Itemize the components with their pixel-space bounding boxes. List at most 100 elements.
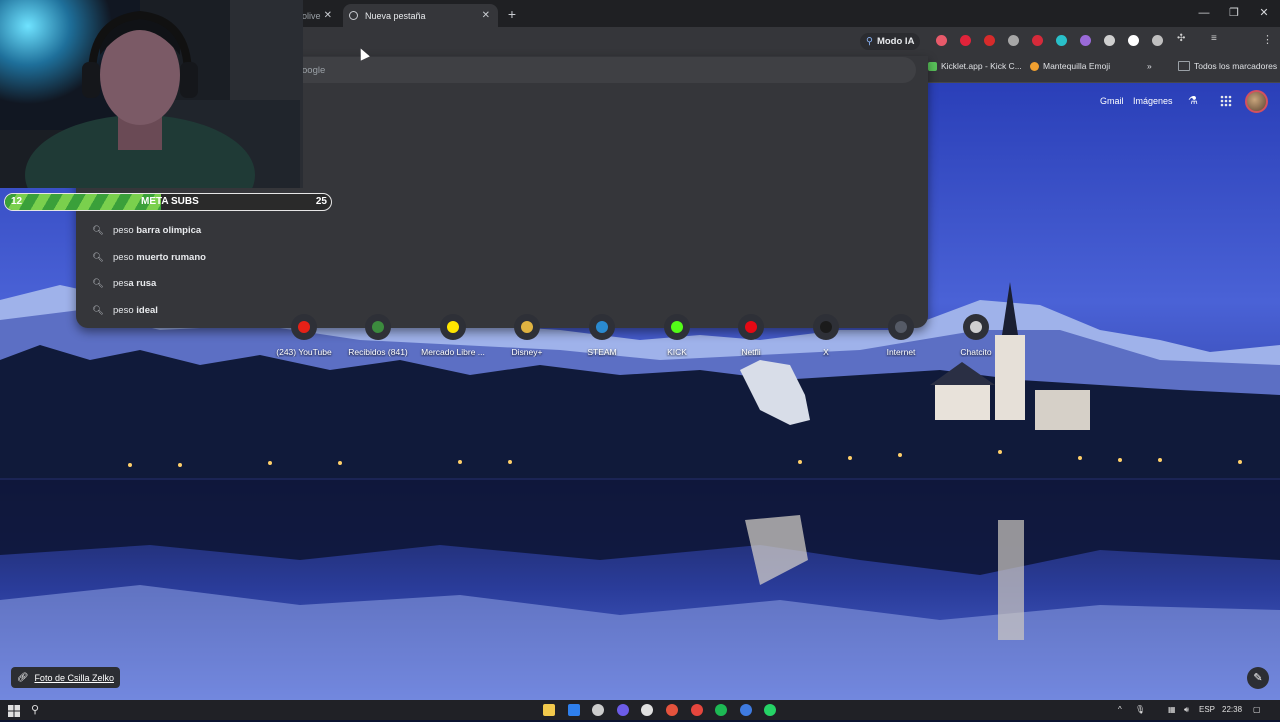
suggestion-item[interactable]: 🔍︎ peso barra olimpica [88, 220, 908, 240]
shortcut-favicon-icon [365, 314, 391, 340]
ext-5-icon[interactable] [1032, 35, 1043, 46]
suggestion-item[interactable]: 🔍︎ peso muerto rumano [88, 247, 908, 267]
favicon-dot [970, 321, 982, 333]
shortcut-label: X [823, 347, 829, 357]
search-sparkle-icon: ⚲ [866, 36, 873, 47]
images-link[interactable]: Imágenes [1133, 96, 1173, 106]
whatsapp-icon[interactable] [764, 704, 777, 716]
suggestion-item[interactable]: 🔍︎ pes a rusa [88, 273, 908, 293]
favicon-dot [521, 321, 533, 333]
shortcut-favicon-icon [514, 314, 540, 340]
shortcut-favicon-icon [440, 314, 466, 340]
tab-new-tab[interactable]: Nueva pestaña ✕ [343, 4, 498, 27]
suggestion-completion: barra olimpica [136, 224, 202, 236]
bookmark-label: Kicklet.app - Kick C... [941, 61, 1022, 71]
shortcut-tile[interactable]: Recibidos (841) [341, 314, 415, 357]
subs-goal-label: META SUBS [141, 196, 199, 207]
webcam-overlay [0, 0, 303, 188]
shortcut-label: Recibidos (841) [348, 347, 408, 357]
mode-ia-button[interactable]: ⚲ Modo IA [860, 33, 921, 50]
media-controls-icon[interactable]: ≡ [1211, 33, 1217, 44]
photo-credit-link[interactable]: 🔗︎ Foto de Csilla Zelko [11, 667, 120, 688]
close-window-icon[interactable]: ✕ [1248, 0, 1280, 27]
network-icon[interactable]: ▦ [1168, 705, 1176, 714]
favicon-dot [596, 321, 608, 333]
favicon-dot [671, 321, 683, 333]
shortcut-favicon-icon [664, 314, 690, 340]
volume-icon[interactable]: 🔊︎ [1184, 705, 1189, 715]
ext-9-icon[interactable] [1128, 35, 1139, 46]
shortcut-tile[interactable]: X [789, 314, 863, 357]
shortcut-label: Chatcito [960, 347, 992, 357]
ext-4-icon[interactable] [1008, 35, 1019, 46]
photo-credit-label: Foto de Csilla Zelko [34, 672, 114, 683]
bookmark-kicklet[interactable]: Kicklet.app - Kick C... [928, 61, 1022, 71]
shortcut-tile[interactable]: Internet [864, 314, 938, 357]
tray-chevron-icon[interactable]: ^ [1118, 705, 1122, 714]
windows-taskbar: ⚲ ^ 🎙︎ ▦ 🔊︎ ESP 22:38 ▢ [0, 700, 1280, 720]
link-icon: 🔗︎ [17, 672, 29, 682]
shortcut-tile[interactable]: Mercado Libre ... [416, 314, 490, 357]
brave-icon[interactable] [666, 704, 678, 716]
ext-10-icon[interactable] [1152, 35, 1163, 46]
globe-icon [349, 11, 358, 20]
microphone-icon[interactable]: 🎙︎ [1135, 705, 1145, 714]
shortcut-tile[interactable]: KICK [640, 314, 714, 357]
windows-start-icon[interactable] [8, 704, 20, 717]
extensions-puzzle-icon[interactable]: ✣ [1177, 33, 1185, 44]
language-indicator[interactable]: ESP [1199, 705, 1215, 714]
spotify-icon[interactable] [715, 704, 728, 716]
suggestion-prefix: peso [113, 251, 137, 263]
clock[interactable]: 22:38 [1222, 705, 1242, 714]
shortcut-favicon-icon [291, 314, 317, 340]
tab-label: olive [302, 10, 321, 21]
ext-8-icon[interactable] [1104, 35, 1115, 46]
emoji-icon [1030, 61, 1039, 71]
clock-app-icon[interactable] [592, 704, 605, 716]
discord-icon[interactable] [616, 704, 629, 716]
shortcut-label: (243) YouTube [276, 347, 332, 357]
shortcut-label: Netfli [741, 347, 761, 357]
chrome-icon[interactable] [641, 704, 654, 716]
subs-goal-progress [5, 194, 162, 210]
ext-7-icon[interactable] [1080, 35, 1091, 46]
shortcut-favicon-icon [738, 314, 764, 340]
file-explorer-icon[interactable] [543, 704, 555, 716]
taskbar-search-icon[interactable]: ⚲ [31, 703, 39, 716]
bookmark-mantequilla[interactable]: Mantequilla Emoji [1030, 61, 1110, 71]
minimize-icon[interactable]: — [1188, 0, 1220, 27]
folder-icon [1178, 61, 1190, 71]
account-avatar[interactable] [1245, 90, 1268, 113]
google-apps-icon[interactable] [1220, 95, 1232, 107]
ext-2-icon[interactable] [960, 35, 971, 46]
streamlabs-icon[interactable] [739, 704, 752, 716]
suggestion-prefix: peso [113, 304, 137, 316]
notifications-icon[interactable]: ▢ [1253, 705, 1261, 714]
more-bookmarks-icon[interactable]: » [1147, 61, 1152, 71]
menu-kebab-icon[interactable]: ⋮ [1262, 33, 1273, 46]
shortcut-tile[interactable]: Disney+ [490, 314, 564, 357]
close-tab-icon[interactable]: ✕ [482, 10, 490, 21]
ext-1-icon[interactable] [936, 35, 947, 46]
ext-3-icon[interactable] [984, 35, 995, 46]
new-tab-button[interactable]: + [504, 4, 520, 24]
restore-icon[interactable]: ❐ [1218, 0, 1250, 27]
customize-pencil-icon[interactable]: ✎ [1247, 667, 1269, 689]
ext-6-icon[interactable] [1056, 35, 1067, 46]
youtube-icon[interactable] [690, 704, 703, 716]
labs-flask-icon[interactable]: ⚗ [1188, 94, 1198, 107]
close-tab-icon[interactable]: ✕ [324, 10, 332, 21]
shortcut-label: Disney+ [511, 347, 543, 357]
steam-icon[interactable] [567, 704, 580, 716]
gmail-link[interactable]: Gmail [1100, 96, 1124, 106]
shortcut-tile[interactable]: STEAM [565, 314, 639, 357]
shortcut-tile[interactable]: Netfli [714, 314, 788, 357]
all-bookmarks-folder[interactable]: Todos los marcadores [1178, 61, 1277, 71]
shortcut-tile[interactable]: Chatcito [939, 314, 1013, 357]
suggestion-prefix: pes [113, 277, 129, 289]
shortcut-favicon-icon [963, 314, 989, 340]
shortcut-tile[interactable]: (243) YouTube [267, 314, 341, 357]
shortcut-favicon-icon [589, 314, 615, 340]
kicklet-icon [928, 61, 937, 71]
search-icon: 🔍︎ [92, 251, 104, 262]
